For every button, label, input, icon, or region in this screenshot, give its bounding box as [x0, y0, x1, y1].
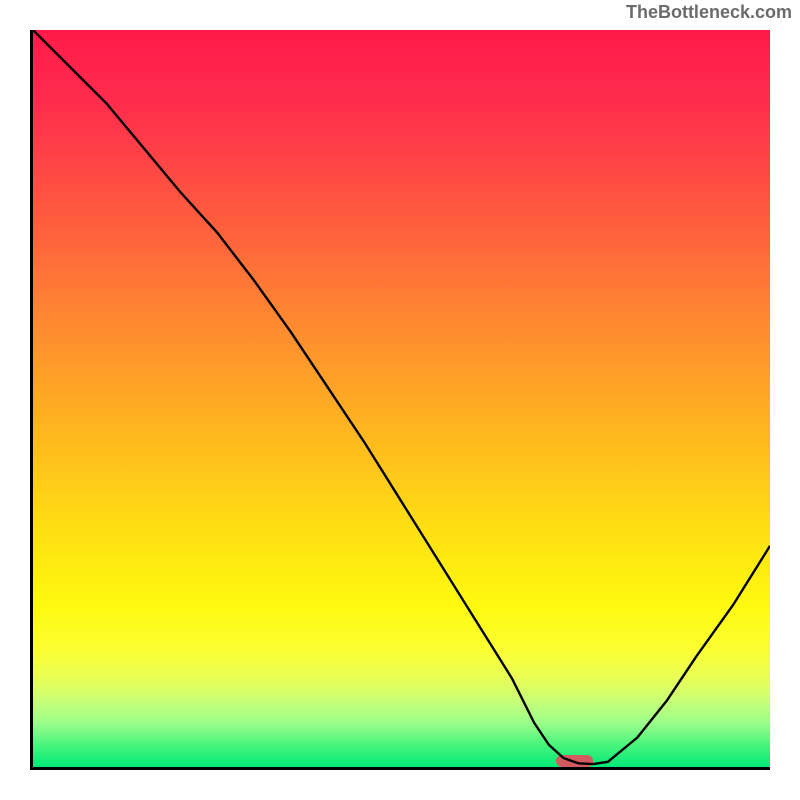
plot-area — [30, 30, 770, 770]
attribution-watermark: TheBottleneck.com — [626, 2, 792, 23]
curve-svg — [33, 30, 770, 767]
chart-container: TheBottleneck.com — [0, 0, 800, 800]
bottleneck-curve-path — [33, 30, 770, 764]
